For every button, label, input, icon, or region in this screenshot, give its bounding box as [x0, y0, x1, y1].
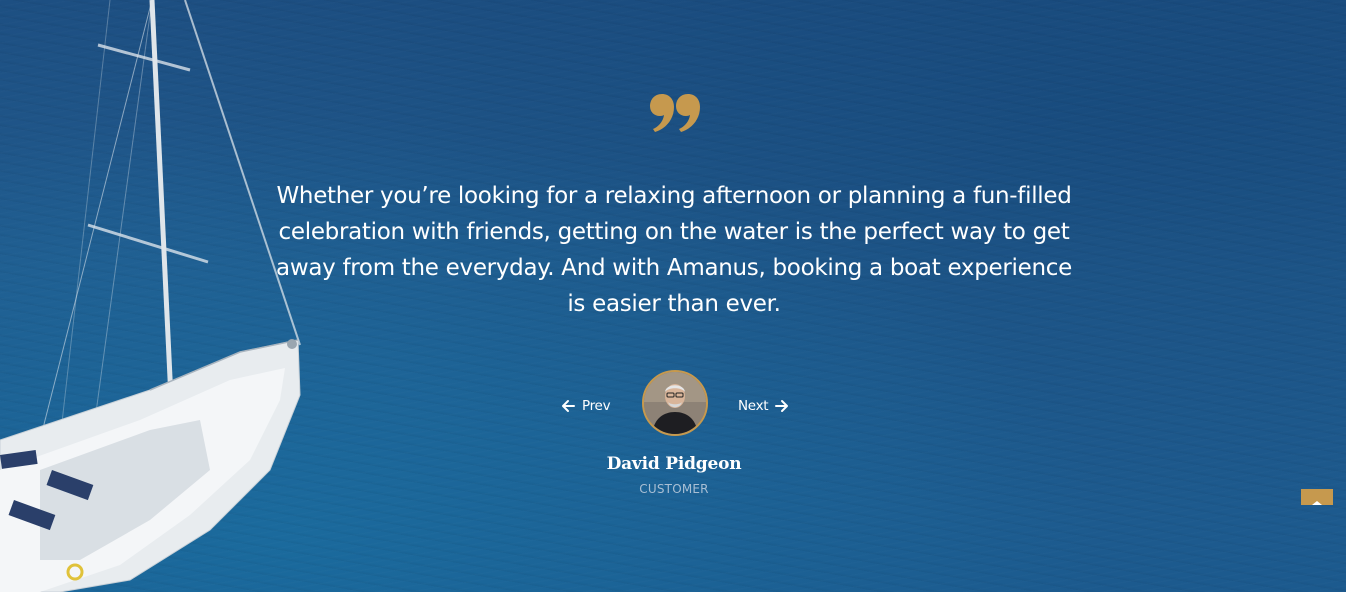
quote-icon [650, 94, 700, 132]
next-label: Next [738, 398, 769, 414]
avatar [642, 370, 708, 436]
author-photo [644, 372, 706, 434]
chevron-up-icon [1312, 501, 1322, 505]
testimonial-text: Whether you’re looking for a relaxing af… [276, 183, 1072, 317]
back-to-top-button[interactable] [1301, 489, 1333, 505]
author-name: David Pidgeon [606, 454, 742, 474]
prev-label: Prev [582, 398, 611, 414]
author-role: CUSTOMER [639, 482, 709, 496]
prev-button[interactable]: Prev [561, 395, 611, 417]
arrow-right-icon [775, 400, 789, 412]
arrow-left-icon [562, 400, 575, 412]
next-button[interactable]: Next [738, 395, 789, 417]
